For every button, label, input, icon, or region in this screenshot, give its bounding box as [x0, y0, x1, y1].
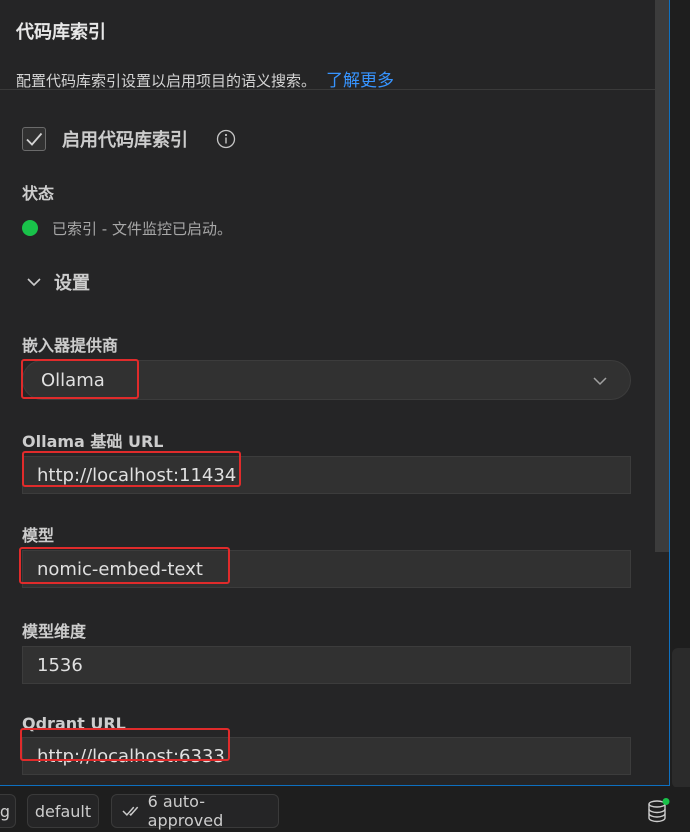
qdrant-url-label: Qdrant URL	[22, 714, 126, 733]
status-heading: 状态	[22, 184, 55, 203]
provider-label: 嵌入器提供商	[22, 336, 119, 355]
model-field: 模型 nomic-embed-text	[22, 522, 631, 588]
provider-field: 嵌入器提供商 Ollama	[22, 332, 631, 400]
side-strip	[672, 648, 690, 788]
base-url-input[interactable]: http://localhost:11434	[22, 456, 631, 494]
auto-approved-chip[interactable]: 6 auto-approved	[111, 792, 279, 830]
chevron-down-icon	[593, 377, 607, 386]
learn-more-link[interactable]: 了解更多	[326, 71, 394, 91]
info-icon[interactable]	[216, 129, 236, 149]
checkmark-icon	[26, 132, 43, 146]
qdrant-url-field: Qdrant URL http://localhost:6333	[22, 714, 631, 775]
mode-chip[interactable]: default	[27, 794, 99, 828]
enable-indexing-checkbox[interactable]	[22, 127, 46, 151]
model-label: 模型	[22, 526, 55, 545]
model-input[interactable]: nomic-embed-text	[22, 550, 631, 588]
left-chip[interactable]: g	[0, 794, 16, 828]
settings-section-toggle[interactable]: 设置	[22, 270, 631, 294]
left-chip-label: g	[0, 801, 11, 821]
provider-select[interactable]: Ollama	[22, 360, 631, 400]
status-text: 已索引 - 文件监控已启动。	[52, 219, 232, 238]
provider-select-value: Ollama	[41, 370, 105, 391]
chevron-down-icon	[27, 278, 41, 287]
base-url-field: Ollama 基础 URL http://localhost:11434	[22, 428, 631, 494]
double-check-icon	[122, 806, 139, 816]
status-row: 已索引 - 文件监控已启动。	[22, 218, 631, 238]
page-title: 代码库索引	[16, 22, 106, 43]
bottom-status-bar: g default 6 auto-approved	[0, 787, 690, 832]
settings-label: 设置	[54, 273, 90, 294]
dimension-field: 模型维度 1536	[22, 618, 631, 684]
dimension-label: 模型维度	[22, 622, 87, 641]
enable-indexing-label: 启用代码库索引	[62, 130, 188, 151]
enable-indexing-row: 启用代码库索引	[22, 124, 631, 154]
page-description: 配置代码库索引设置以启用项目的语义搜索。 了解更多	[16, 66, 653, 91]
settings-content: 启用代码库索引 状态 已索引 - 文件监控已启动。 设置 嵌入器提供商 Olla…	[0, 124, 669, 775]
base-url-label: Ollama 基础 URL	[22, 432, 164, 451]
scrollbar[interactable]	[655, 0, 669, 552]
panel-header: 代码库索引 配置代码库索引设置以启用项目的语义搜索。 了解更多	[0, 0, 669, 91]
description-text: 配置代码库索引设置以启用项目的语义搜索。	[16, 72, 317, 90]
dimension-input[interactable]: 1536	[22, 646, 631, 684]
codebase-index-panel: 代码库索引 配置代码库索引设置以启用项目的语义搜索。 了解更多 启用代码库索引 状…	[0, 0, 670, 786]
auto-approved-label: 6 auto-approved	[147, 792, 224, 830]
status-indicator-dot	[22, 220, 38, 236]
database-icon[interactable]	[646, 798, 670, 824]
mode-chip-label: default	[34, 801, 92, 821]
qdrant-url-input[interactable]: http://localhost:6333	[22, 737, 631, 775]
